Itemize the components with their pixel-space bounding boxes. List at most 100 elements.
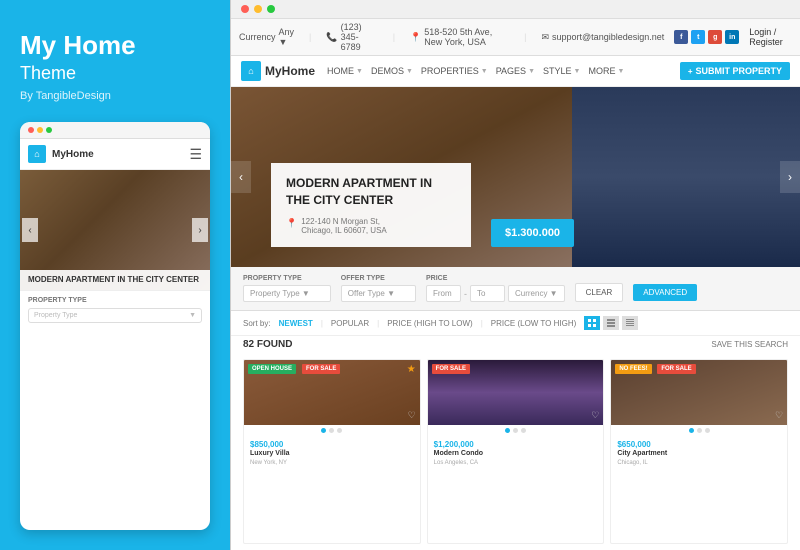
card-2-address: Los Angeles, CA — [434, 460, 598, 466]
nav-logo-text: MyHome — [265, 64, 315, 78]
address-info: 📍 518-520 5th Ave, New York, USA — [410, 27, 509, 47]
price-separator: - — [464, 289, 467, 299]
googleplus-icon[interactable]: g — [708, 30, 722, 44]
hero-address-line1: 122-140 N Morgan St, — [301, 217, 387, 226]
wishlist-heart-1[interactable]: ♡ — [408, 410, 416, 421]
home-chevron: ▼ — [356, 68, 363, 75]
clear-button[interactable]: CLEAR — [575, 283, 624, 302]
mobile-brand: MyHome — [52, 149, 94, 160]
demos-chevron: ▼ — [406, 68, 413, 75]
phone-icon: 📞 — [326, 32, 337, 43]
nav-more[interactable]: MORE ▼ — [588, 66, 624, 76]
card-2-price: $1,200,000 — [434, 440, 598, 449]
nav-properties[interactable]: PROPERTIES ▼ — [421, 66, 488, 76]
property-image-3: NO FEES! FOR SALE ♡ — [611, 360, 787, 425]
card-3-title: City Apartment — [617, 449, 781, 458]
offer-type-select[interactable]: Offer Type ▼ — [341, 285, 416, 302]
nav-items: HOME ▼ DEMOS ▼ PROPERTIES ▼ PAGES ▼ STYL… — [327, 66, 624, 76]
property-type-label: PROPERTY TYPE — [243, 275, 331, 282]
pages-chevron: ▼ — [528, 68, 535, 75]
card-3-body: $650,000 City Apartment Chicago, IL — [611, 436, 787, 543]
for-sale-badge-2: FOR SALE — [432, 364, 470, 374]
wishlist-heart-3[interactable]: ♡ — [775, 410, 783, 421]
offer-type-placeholder: Offer Type — [348, 289, 385, 298]
sort-newest[interactable]: NEWEST — [279, 319, 313, 328]
currency-select[interactable]: Currency ▼ — [508, 285, 565, 302]
location-icon: 📍 — [410, 32, 421, 43]
hero-content: MODERN APARTMENT IN THE CITY CENTER 📍 12… — [271, 163, 471, 247]
card-3-address: Chicago, IL — [617, 460, 781, 466]
sort-label: Sort by: — [243, 319, 271, 328]
price-from-input[interactable]: From — [426, 285, 461, 302]
card-3-price: $650,000 — [617, 440, 781, 449]
hero-prev-button[interactable]: ‹ — [231, 161, 251, 193]
nav-demos[interactable]: DEMOS ▼ — [371, 66, 413, 76]
price-to-input[interactable]: To — [470, 285, 505, 302]
facebook-icon[interactable]: f — [674, 30, 688, 44]
sort-price-high[interactable]: PRICE (HIGH TO LOW) — [387, 319, 473, 328]
mobile-prop-placeholder: Property Type — [34, 312, 77, 319]
right-panel: Currency Any ▼ | 📞 (123) 345-6789 | 📍 51… — [230, 0, 800, 550]
offer-type-group: OFFER TYPE Offer Type ▼ — [341, 275, 416, 302]
mobile-caption-title: MODERN APARTMENT IN THE CITY CENTER — [28, 275, 202, 285]
compact-view-button[interactable] — [622, 316, 638, 330]
mobile-nav: ⌂ MyHome ☰ — [20, 139, 210, 170]
wishlist-heart-2[interactable]: ♡ — [591, 410, 599, 421]
title-dot-red — [241, 5, 249, 13]
twitter-icon[interactable]: t — [691, 30, 705, 44]
mobile-mockup: ⌂ MyHome ☰ ‹ › MODERN APARTMENT IN THE C… — [20, 122, 210, 530]
mobile-prop-select[interactable]: Property Type ▼ — [28, 308, 202, 323]
nav-home[interactable]: HOME ▼ — [327, 66, 363, 76]
hero-price-button[interactable]: $1.300.000 — [491, 219, 574, 247]
submit-property-button[interactable]: + SUBMIT PROPERTY — [680, 62, 790, 80]
for-sale-badge-1: FOR SALE — [302, 364, 340, 374]
currency-selector[interactable]: Currency Any ▼ — [239, 27, 294, 47]
mobile-hamburger-icon[interactable]: ☰ — [189, 146, 202, 163]
mobile-next-button[interactable]: › — [192, 218, 208, 242]
phone-info: 📞 (123) 345-6789 — [326, 22, 377, 52]
mobile-prev-button[interactable]: ‹ — [22, 218, 38, 242]
nav-style[interactable]: STYLE ▼ — [543, 66, 580, 76]
advanced-button[interactable]: ADVANCED — [633, 284, 697, 301]
found-count: 82 FOUND — [243, 339, 292, 350]
favorite-star-1[interactable]: ★ — [407, 364, 416, 375]
price-group: PRICE From - To Currency ▼ — [426, 275, 565, 302]
property-type-select[interactable]: Property Type ▼ — [243, 285, 331, 302]
mobile-hero-image: ‹ › MODERN APARTMENT IN THE CITY CENTER — [20, 170, 210, 290]
sort-price-low[interactable]: PRICE (LOW TO HIGH) — [491, 319, 577, 328]
mobile-dot-red — [28, 127, 34, 133]
property-card-2: FOR SALE ♡ $1,200,000 Modern Condo Los A… — [427, 359, 605, 544]
property-card-1: OPEN HOUSE FOR SALE ★ ♡ $850,000 Luxury … — [243, 359, 421, 544]
nav-pages[interactable]: PAGES ▼ — [496, 66, 535, 76]
card-1-dots — [244, 425, 420, 436]
save-search-button[interactable]: SAVE THIS SEARCH — [711, 340, 788, 349]
nav-bar: ⌂ MyHome HOME ▼ DEMOS ▼ PROPERTIES ▼ PAG… — [231, 56, 800, 87]
no-fee-badge: NO FEES! — [615, 364, 651, 374]
grid-view-button[interactable] — [584, 316, 600, 330]
hero-address-text: 122-140 N Morgan St, Chicago, IL 60607, … — [301, 217, 387, 235]
mobile-property-section: PROPERTY TYPE Property Type ▼ — [20, 290, 210, 329]
hero-next-button[interactable]: › — [780, 161, 800, 193]
email-info: ✉ support@tangibledesign.net — [541, 32, 664, 43]
sort-popular[interactable]: POPULAR — [331, 319, 369, 328]
email-icon: ✉ — [541, 32, 549, 43]
currency-label: Currency — [239, 32, 276, 42]
results-count-row: 82 FOUND SAVE THIS SEARCH — [231, 336, 800, 353]
mobile-logo-box: ⌂ — [28, 145, 46, 163]
results-bar: Sort by: NEWEST | POPULAR | PRICE (HIGH … — [231, 311, 800, 336]
login-button[interactable]: Login / Register — [749, 27, 792, 47]
offer-type-label: OFFER TYPE — [341, 275, 416, 282]
property-image-1: OPEN HOUSE FOR SALE ★ ♡ — [244, 360, 420, 425]
card-1-price: $850,000 — [250, 440, 414, 449]
for-sale-badge-3: FOR SALE — [657, 364, 695, 374]
card-2-dots — [428, 425, 604, 436]
nav-logo[interactable]: ⌂ MyHome — [241, 61, 315, 81]
list-view-button[interactable] — [603, 316, 619, 330]
desktop-window: Currency Any ▼ | 📞 (123) 345-6789 | 📍 51… — [230, 0, 800, 550]
card-1-address: New York, NY — [250, 460, 414, 466]
property-grid: OPEN HOUSE FOR SALE ★ ♡ $850,000 Luxury … — [231, 353, 800, 550]
linkedin-icon[interactable]: in — [725, 30, 739, 44]
mobile-dots — [28, 127, 52, 133]
price-row: From - To Currency ▼ — [426, 285, 565, 302]
hero-section: ‹ › MODERN APARTMENT IN THE CITY CENTER … — [231, 87, 800, 267]
